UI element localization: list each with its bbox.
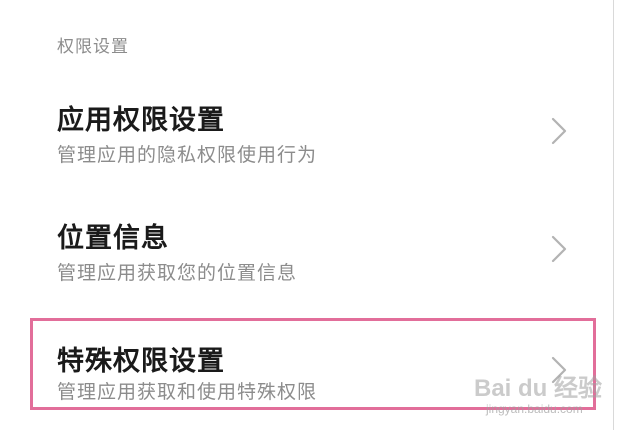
item-title: 位置信息 xyxy=(57,223,169,254)
chevron-right-icon xyxy=(550,116,568,146)
list-item-location[interactable]: 位置信息 管理应用获取您的位置信息 xyxy=(30,216,596,308)
item-subtitle: 管理应用的隐私权限使用行为 xyxy=(57,144,318,166)
item-subtitle: 管理应用获取和使用特殊权限 xyxy=(57,381,318,403)
list-item-special-permissions[interactable]: 特殊权限设置 管理应用获取和使用特殊权限 xyxy=(30,318,596,410)
item-title: 特殊权限设置 xyxy=(57,346,225,377)
list-item-app-permissions[interactable]: 应用权限设置 管理应用的隐私权限使用行为 xyxy=(30,98,596,190)
item-title: 应用权限设置 xyxy=(57,105,225,136)
chevron-right-icon xyxy=(550,234,568,264)
item-subtitle: 管理应用获取您的位置信息 xyxy=(57,262,298,284)
chevron-right-icon xyxy=(550,355,568,385)
frame-divider xyxy=(613,0,614,430)
settings-screen: 权限设置 应用权限设置 管理应用的隐私权限使用行为 位置信息 管理应用获取您的位… xyxy=(0,0,622,430)
section-header-permissions: 权限设置 xyxy=(57,37,129,57)
